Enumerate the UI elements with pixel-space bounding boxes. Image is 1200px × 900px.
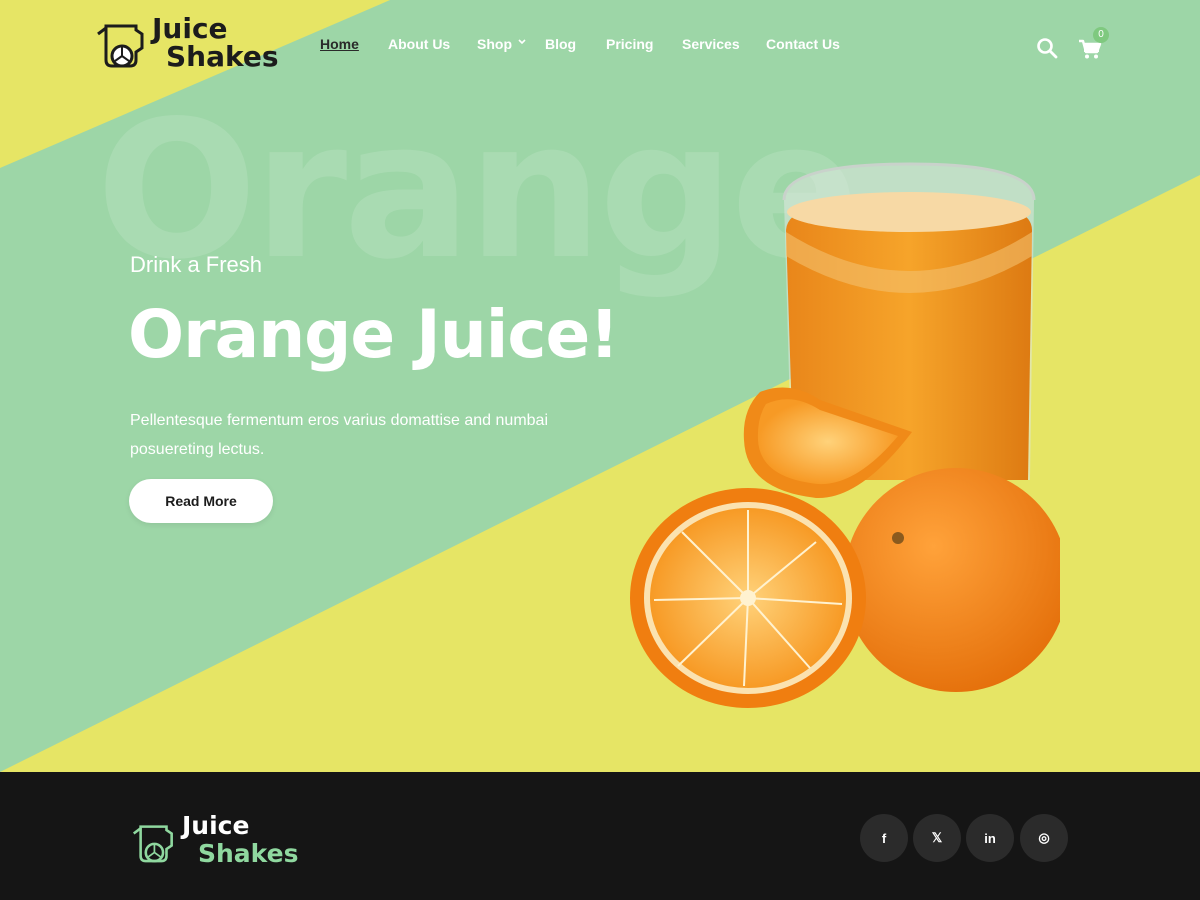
chevron-down-icon[interactable]: [518, 38, 526, 46]
nav-contact-us[interactable]: Contact Us: [766, 36, 840, 52]
nav-services[interactable]: Services: [682, 36, 740, 52]
hero-subtitle: Drink a Fresh: [130, 252, 263, 277]
instagram-icon[interactable]: ◎: [1020, 814, 1068, 862]
hero-section: Orange Juice Shakes Home About Us Shop B…: [0, 0, 1200, 772]
footer-logo-text-shakes: Shakes: [198, 839, 299, 868]
read-more-button[interactable]: Read More: [129, 479, 273, 523]
search-icon[interactable]: [1036, 37, 1058, 59]
facebook-icon[interactable]: f: [860, 814, 908, 862]
linkedin-icon[interactable]: in: [966, 814, 1014, 862]
footer-logo[interactable]: Juice Shakes: [132, 812, 302, 872]
nav-shop[interactable]: Shop: [477, 36, 512, 52]
site-logo[interactable]: Juice Shakes: [96, 12, 279, 78]
nav-about-us[interactable]: About Us: [388, 36, 450, 52]
hero-title: Orange Juice!: [128, 296, 619, 373]
juice-jug-icon: [132, 825, 173, 863]
site-footer: Juice Shakes f 𝕏 in ◎: [0, 772, 1200, 900]
x-twitter-icon[interactable]: 𝕏: [913, 814, 961, 862]
nav-blog[interactable]: Blog: [545, 36, 576, 52]
nav-pricing[interactable]: Pricing: [606, 36, 653, 52]
orange-juice-image: [630, 162, 1060, 708]
logo-text-shakes: Shakes: [166, 40, 279, 73]
hero-description: Pellentesque fermentum eros varius domat…: [130, 412, 548, 458]
cart-count-badge: 0: [1093, 27, 1109, 43]
juice-jug-icon: [97, 24, 144, 68]
footer-logo-text-juice: Juice: [182, 811, 250, 840]
nav-home[interactable]: Home: [320, 36, 359, 52]
